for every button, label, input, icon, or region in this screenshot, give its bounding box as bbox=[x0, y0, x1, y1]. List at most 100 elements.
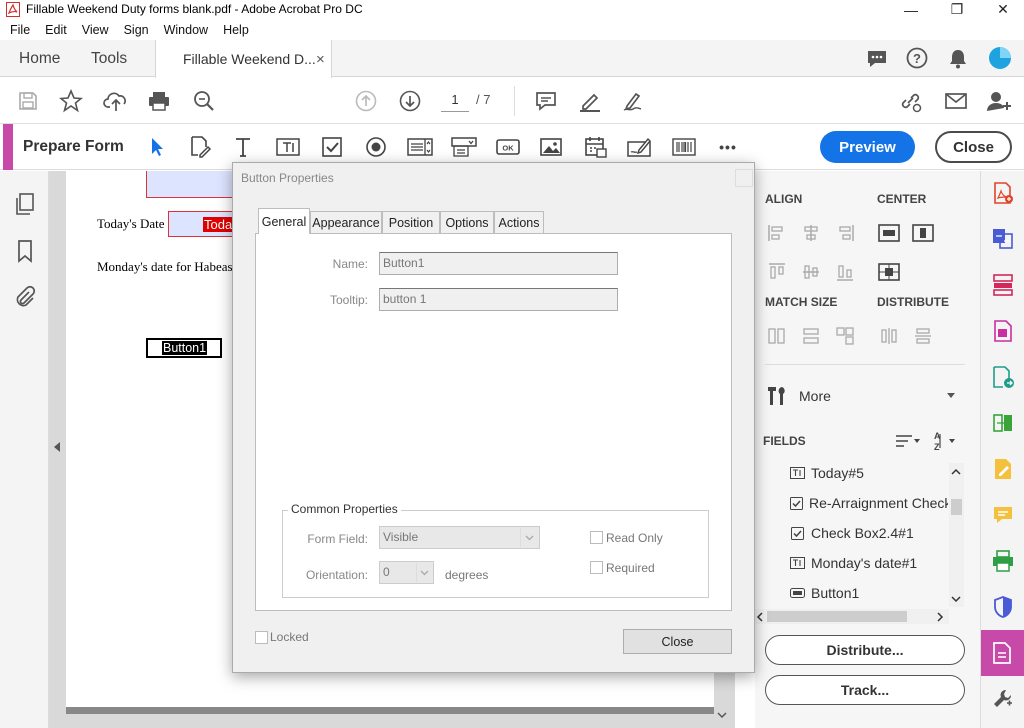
button-tool-icon[interactable]: OK bbox=[495, 134, 521, 160]
field-item[interactable]: Monday's date#1 bbox=[790, 553, 917, 573]
menu-view[interactable]: View bbox=[82, 23, 109, 37]
share-link-icon[interactable] bbox=[898, 88, 924, 114]
radio-button-tool-icon[interactable] bbox=[363, 134, 389, 160]
print-icon[interactable] bbox=[146, 88, 172, 114]
align-center-horizontal-icon[interactable] bbox=[802, 224, 820, 242]
tab-tools[interactable]: Tools bbox=[91, 40, 127, 77]
align-left-icon[interactable] bbox=[768, 224, 786, 242]
close-window-button[interactable]: ✕ bbox=[980, 0, 1024, 19]
create-pdf-icon[interactable] bbox=[990, 180, 1016, 206]
center-vertically-icon[interactable] bbox=[912, 224, 934, 242]
notifications-bell-icon[interactable] bbox=[948, 48, 968, 69]
scroll-left-arrow-icon[interactable] bbox=[756, 612, 764, 622]
menu-help[interactable]: Help bbox=[223, 23, 249, 37]
page-thumbnails-icon[interactable] bbox=[14, 192, 36, 216]
compare-files-icon[interactable] bbox=[990, 410, 1016, 436]
print-production-icon[interactable] bbox=[990, 548, 1016, 574]
highlight-pen-icon[interactable] bbox=[577, 88, 603, 114]
dropdown-tool-icon[interactable] bbox=[451, 134, 477, 160]
tab-document[interactable]: Fillable Weekend D... × bbox=[155, 40, 332, 78]
export-pdf-icon[interactable] bbox=[990, 364, 1016, 390]
previous-page-icon[interactable] bbox=[353, 88, 379, 114]
align-bottom-icon[interactable] bbox=[836, 263, 854, 281]
signature-field-tool-icon[interactable] bbox=[627, 134, 653, 160]
dialog-tab-options[interactable]: Options bbox=[440, 211, 494, 233]
track-button[interactable]: Track... bbox=[765, 675, 965, 705]
dialog-tab-general[interactable]: General bbox=[258, 208, 310, 234]
dialog-close-button[interactable]: Close bbox=[623, 629, 732, 654]
align-top-icon[interactable] bbox=[768, 263, 786, 281]
help-icon[interactable]: ? bbox=[906, 47, 928, 69]
attachments-paperclip-icon[interactable] bbox=[14, 285, 36, 309]
more-tools-icon[interactable]: ••• bbox=[715, 134, 741, 160]
barcode-tool-icon[interactable] bbox=[671, 134, 697, 160]
field-item[interactable]: Check Box2.4#1 bbox=[790, 523, 914, 543]
distribute-vertically-icon[interactable] bbox=[914, 327, 932, 345]
user-avatar-icon[interactable] bbox=[988, 46, 1012, 70]
tab-close-icon[interactable]: × bbox=[316, 51, 325, 68]
bookmark-star-icon[interactable] bbox=[58, 88, 84, 114]
match-width-icon[interactable] bbox=[768, 327, 786, 345]
center-both-icon[interactable] bbox=[878, 263, 900, 281]
required-checkbox[interactable] bbox=[590, 561, 603, 574]
fill-sign-icon[interactable] bbox=[990, 456, 1016, 482]
scroll-down-arrow-icon[interactable] bbox=[717, 711, 727, 719]
prepare-form-rail-active[interactable] bbox=[981, 630, 1024, 676]
comment-tool-icon[interactable] bbox=[990, 502, 1016, 528]
dialog-close-x-icon[interactable] bbox=[735, 169, 753, 187]
page-number-input[interactable]: 1 bbox=[441, 90, 469, 112]
match-both-icon[interactable] bbox=[836, 327, 854, 345]
read-only-checkbox[interactable] bbox=[590, 531, 603, 544]
organize-pages-icon[interactable] bbox=[990, 272, 1016, 298]
menu-sign[interactable]: Sign bbox=[124, 23, 149, 37]
upload-cloud-icon[interactable] bbox=[103, 88, 129, 114]
edit-pdf-icon[interactable] bbox=[990, 318, 1016, 344]
scroll-right-arrow-icon[interactable] bbox=[936, 612, 944, 622]
todays-date-field[interactable]: Today bbox=[168, 211, 240, 237]
add-text-icon[interactable] bbox=[230, 134, 256, 160]
comment-icon[interactable] bbox=[533, 88, 559, 114]
bookmarks-icon[interactable] bbox=[16, 239, 34, 263]
more-tools-row[interactable]: More bbox=[765, 384, 965, 408]
collapse-left-panel-icon[interactable] bbox=[53, 441, 61, 453]
checkbox-tool-icon[interactable] bbox=[319, 134, 345, 160]
tab-home[interactable]: Home bbox=[19, 40, 60, 77]
combine-files-icon[interactable] bbox=[990, 225, 1016, 251]
add-user-icon[interactable] bbox=[986, 88, 1012, 114]
orientation-select[interactable]: 0 bbox=[379, 561, 434, 584]
menu-window[interactable]: Window bbox=[164, 23, 208, 37]
select-cursor-icon[interactable] bbox=[143, 134, 169, 160]
close-form-button[interactable]: Close bbox=[935, 131, 1012, 163]
align-middle-icon[interactable] bbox=[802, 263, 820, 281]
name-input[interactable]: Button1 bbox=[379, 252, 618, 275]
text-field-tool-icon[interactable] bbox=[275, 134, 301, 160]
distribute-button[interactable]: Distribute... bbox=[765, 635, 965, 665]
button1-field[interactable]: Button1 bbox=[146, 338, 222, 358]
field-item[interactable]: Re-Arraignment Check bbox=[790, 493, 948, 513]
email-icon[interactable] bbox=[943, 88, 969, 114]
dialog-tab-actions[interactable]: Actions bbox=[494, 211, 544, 233]
zoom-search-icon[interactable] bbox=[191, 88, 217, 114]
scrollbar-thumb[interactable] bbox=[951, 499, 962, 515]
date-field-tool-icon[interactable] bbox=[583, 134, 609, 160]
image-tool-icon[interactable] bbox=[538, 134, 564, 160]
distribute-horizontally-icon[interactable] bbox=[880, 327, 898, 345]
locked-checkbox[interactable] bbox=[255, 631, 268, 644]
scroll-up-arrow-icon[interactable] bbox=[951, 468, 961, 476]
align-right-icon[interactable] bbox=[836, 224, 854, 242]
menu-file[interactable]: File bbox=[10, 23, 30, 37]
sort-alphabetical-icon[interactable]: AZ bbox=[932, 430, 958, 452]
dialog-tab-appearance[interactable]: Appearance bbox=[310, 211, 382, 233]
more-tools-wrench-icon[interactable] bbox=[990, 686, 1016, 712]
dialog-tab-position[interactable]: Position bbox=[382, 211, 440, 233]
menu-edit[interactable]: Edit bbox=[45, 23, 67, 37]
match-height-icon[interactable] bbox=[802, 327, 820, 345]
scroll-down-arrow-icon[interactable] bbox=[951, 595, 961, 603]
horizontal-scrollbar[interactable] bbox=[66, 707, 714, 714]
comment-chat-icon[interactable] bbox=[866, 49, 888, 69]
save-icon[interactable] bbox=[15, 88, 41, 114]
restore-button[interactable]: ❐ bbox=[934, 0, 980, 19]
field-item[interactable]: Button1 bbox=[790, 583, 859, 603]
minimize-button[interactable]: — bbox=[888, 0, 934, 19]
center-horizontally-icon[interactable] bbox=[878, 224, 900, 242]
